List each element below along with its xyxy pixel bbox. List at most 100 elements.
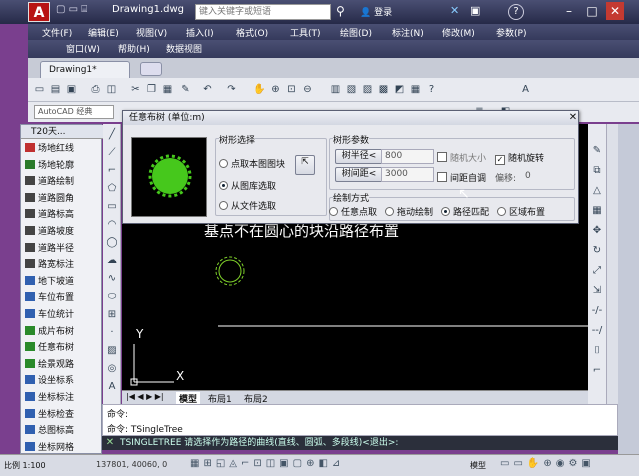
calculator-icon[interactable]: ▦	[408, 82, 423, 97]
undo-icon[interactable]: ↶	[200, 82, 215, 97]
copy-icon[interactable]: ❐	[144, 82, 159, 97]
menu-edit[interactable]: 编辑(E)	[88, 26, 119, 39]
spline-icon[interactable]: ∿	[105, 272, 119, 286]
spacing-button[interactable]: 树间距<	[335, 167, 383, 182]
minimize-button[interactable]: –	[560, 2, 578, 20]
offset-value[interactable]: 0	[525, 171, 531, 181]
preview-icon[interactable]: ◫	[104, 82, 119, 97]
point-icon[interactable]: ·	[105, 326, 119, 340]
option-library[interactable]: 从图库选取	[219, 179, 276, 192]
store-icon[interactable]: ▣	[470, 4, 480, 17]
mode-path[interactable]: 路径匹配	[441, 205, 489, 218]
menu-view[interactable]: 视图(V)	[136, 26, 167, 39]
properties-icon[interactable]: ▥	[328, 82, 343, 97]
t20-item[interactable]: 道路坡度	[25, 226, 101, 239]
construction-line-icon[interactable]: ⟋	[105, 146, 119, 160]
arc-icon[interactable]: ◠	[105, 218, 119, 232]
t20-item[interactable]: 场地红线	[25, 143, 101, 156]
tool-palettes-icon[interactable]: ▨	[360, 82, 375, 97]
t20-item[interactable]: 场地轮廓	[25, 159, 101, 173]
pick-block-button[interactable]: ⇱	[295, 155, 315, 175]
offset-icon[interactable]: △	[590, 184, 604, 198]
polygon-icon[interactable]: ⬠	[105, 182, 119, 196]
menu-data-view[interactable]: 数据视图	[166, 42, 202, 55]
open-icon[interactable]: ▤	[48, 82, 63, 97]
menu-format[interactable]: 格式(O)	[236, 26, 268, 39]
t20-item[interactable]: 绘景观路	[25, 358, 101, 372]
t20-item[interactable]: 路宽标注	[25, 259, 101, 272]
tab-nav-icon[interactable]: |◀ ◀ ▶ ▶|	[126, 392, 164, 401]
t20-item[interactable]: 道路圆角	[25, 192, 101, 206]
radio-file[interactable]	[219, 201, 228, 210]
maximize-button[interactable]: □	[583, 2, 601, 20]
t20-item[interactable]: 车位统计	[25, 309, 101, 322]
stretch-icon[interactable]: ⇲	[590, 284, 604, 298]
radius-button[interactable]: 树半径<	[335, 149, 383, 164]
model-space-button[interactable]: 模型	[470, 460, 486, 471]
insert-block-icon[interactable]: ⊞	[105, 308, 119, 322]
zoom-realtime-icon[interactable]: ⊕	[268, 82, 283, 97]
t20-item[interactable]: 坐标标注	[25, 392, 101, 405]
radio-mode-path[interactable]	[441, 207, 450, 216]
cut-icon[interactable]: ✂	[128, 82, 143, 97]
region-icon[interactable]: ◎	[105, 362, 119, 376]
radio-mode-area[interactable]	[497, 207, 506, 216]
t20-panel-title[interactable]: T20天...	[21, 125, 103, 139]
random-rotate-checkbox[interactable]: ✓ 随机旋转	[495, 151, 544, 165]
binoculars-icon[interactable]: ⚲	[336, 4, 345, 18]
rectangle-icon[interactable]: ▭	[105, 200, 119, 214]
trim-icon[interactable]: -/-	[590, 304, 604, 318]
markup-icon[interactable]: ◩	[392, 82, 407, 97]
new-icon[interactable]: ▭	[32, 82, 47, 97]
sheet-set-icon[interactable]: ▩	[376, 82, 391, 97]
close-button[interactable]: ✕	[606, 2, 624, 20]
option-pick-block[interactable]: 点取本图图块	[219, 157, 285, 170]
extend-icon[interactable]: --/	[590, 324, 604, 338]
zoom-previous-icon[interactable]: ⊖	[300, 82, 315, 97]
fillet-icon[interactable]: ⌐	[590, 364, 604, 378]
menu-tools[interactable]: 工具(T)	[290, 26, 321, 39]
design-center-icon[interactable]: ▧	[344, 82, 359, 97]
menu-window[interactable]: 窗口(W)	[66, 42, 100, 55]
text-style-icon[interactable]: A	[518, 82, 533, 97]
scale-select[interactable]: 比例 1:100	[4, 460, 46, 471]
mode-area[interactable]: 区域布置	[497, 205, 545, 218]
menu-modify[interactable]: 修改(M)	[442, 26, 475, 39]
login-button[interactable]: 👤 登录	[360, 5, 392, 18]
t20-item[interactable]: 道路半径	[25, 242, 101, 256]
command-line[interactable]: TSINGLETREE 请选择作为路径的曲线(直线、圆弧、多段线)<退出>:	[102, 436, 618, 450]
random-rotate-box[interactable]: ✓	[495, 155, 505, 165]
radius-field[interactable]: 800	[381, 149, 434, 164]
quick-access-toolbar[interactable]: ▢ ▭ ⌸	[56, 4, 102, 20]
t20-item[interactable]: 成片布树	[25, 325, 101, 339]
menu-file[interactable]: 文件(F)	[42, 26, 72, 39]
scale-icon[interactable]: ⤢	[590, 264, 604, 278]
print-icon[interactable]: ⎙	[88, 82, 103, 97]
random-size-box[interactable]	[437, 152, 447, 162]
mirror-icon[interactable]: ⧉	[590, 164, 604, 178]
search-input[interactable]: 键入关键字或短语	[195, 4, 331, 20]
menu-dimension[interactable]: 标注(N)	[392, 26, 424, 39]
exchange-icon[interactable]: ✕	[450, 4, 459, 17]
t20-item[interactable]: 任意布树	[25, 342, 101, 355]
wrench-icon[interactable]: ✕	[102, 436, 118, 450]
auto-adjust-box[interactable]	[437, 172, 447, 182]
menu-draw[interactable]: 绘图(D)	[340, 26, 372, 39]
pan-icon[interactable]: ✋	[252, 82, 267, 97]
radio-library[interactable]	[219, 181, 228, 190]
circle-icon[interactable]: ◯	[105, 236, 119, 250]
menu-insert[interactable]: 插入(I)	[186, 26, 214, 39]
line-icon[interactable]: ╱	[105, 128, 119, 142]
t20-item[interactable]: 坐标网格	[25, 441, 101, 455]
array-icon[interactable]: ▦	[590, 204, 604, 218]
dialog-close-button[interactable]: ✕	[567, 112, 579, 124]
radio-pick-block[interactable]	[219, 159, 228, 168]
t20-item[interactable]: 道路标高	[25, 209, 101, 222]
t20-item[interactable]: 坐标检查	[25, 408, 101, 422]
match-properties-icon[interactable]: ✎	[178, 82, 193, 97]
paste-icon[interactable]: ▦	[160, 82, 175, 97]
t20-item[interactable]: 设坐标系	[25, 375, 101, 388]
menu-parametric[interactable]: 参数(P)	[496, 26, 526, 39]
break-icon[interactable]: ⌷	[590, 344, 604, 358]
help-icon[interactable]: ?	[508, 4, 524, 20]
